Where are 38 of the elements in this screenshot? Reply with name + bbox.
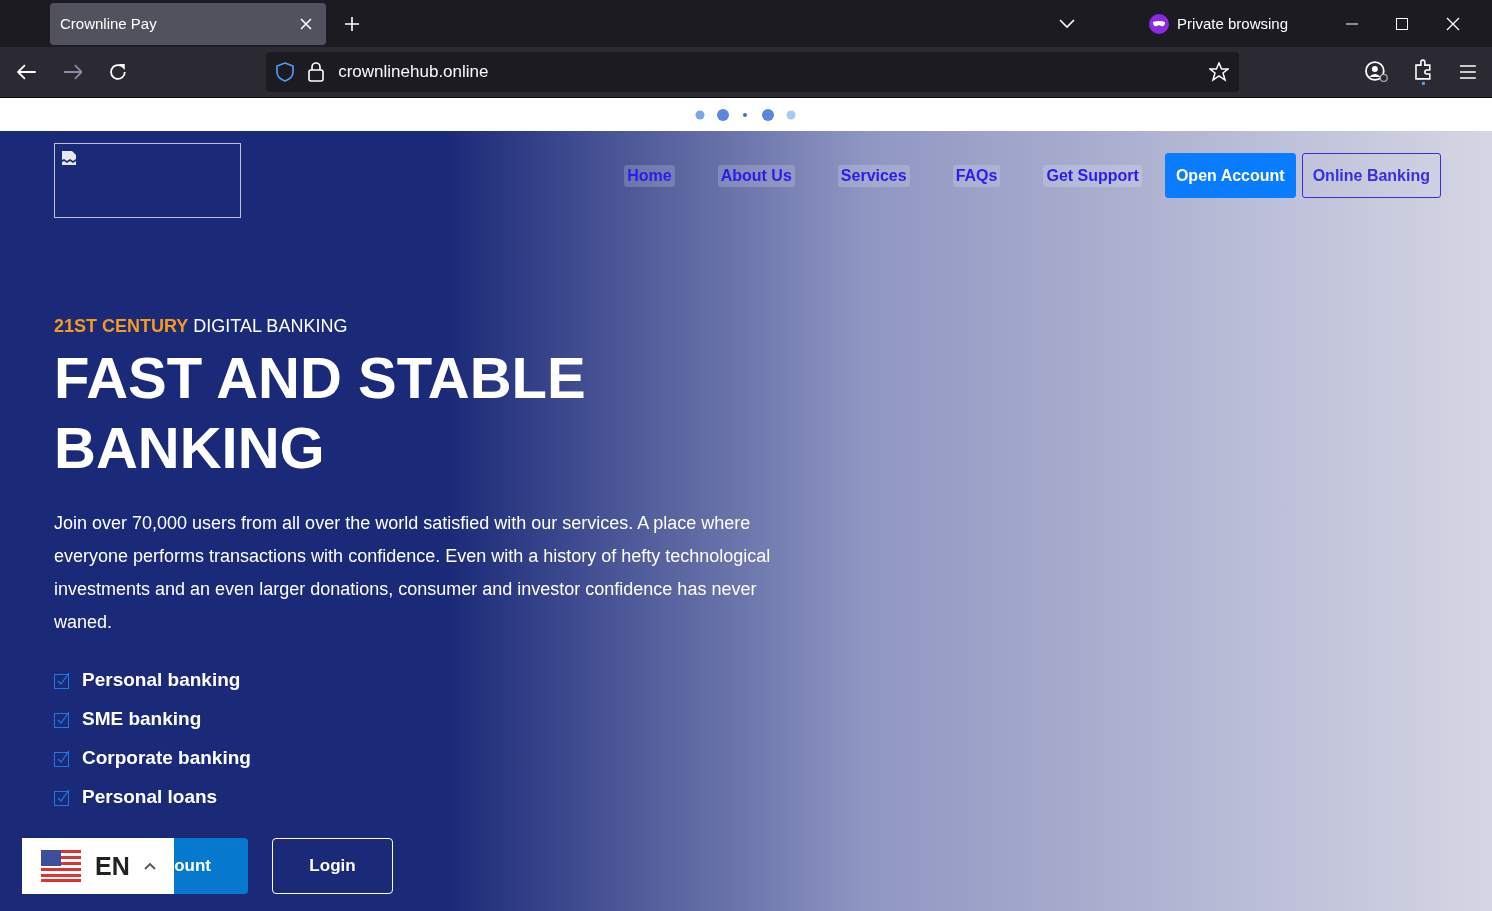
close-icon[interactable] [300, 17, 312, 30]
login-button[interactable]: Login [272, 838, 393, 894]
menu-icon[interactable] [1460, 65, 1476, 79]
caret-icon [143, 862, 156, 870]
hero-eyebrow: 21ST CENTURY DIGITAL BANKING [54, 316, 349, 337]
open-account-button[interactable]: Open Account [1164, 153, 1296, 198]
browser-tab[interactable]: Crownline Pay [50, 2, 326, 45]
back-icon[interactable] [17, 64, 37, 80]
nav-link[interactable]: About Us [717, 164, 795, 187]
chevron-down-icon[interactable] [1059, 18, 1076, 29]
account-icon[interactable] [1364, 61, 1389, 83]
private-browsing-label: Private browsing [1177, 15, 1288, 32]
hero-description: Join over 70,000 users from all over the world satisfied with our services. A place where everyone performs transactions with confidence. Even with a history of hefty technological investments and an even larger donations, consumer and investor confidence has never waned. [54, 512, 772, 634]
url-text: crownlinehub.online [338, 62, 489, 82]
lock-icon [308, 62, 325, 82]
feature-label: Personal banking [82, 669, 241, 691]
close-icon[interactable] [1446, 16, 1460, 31]
nav-link[interactable]: Services [837, 164, 910, 187]
address-bar[interactable]: crownlinehub.online [266, 52, 1239, 92]
flag-icon [41, 850, 81, 882]
forward-icon[interactable] [62, 64, 83, 80]
maximize-icon[interactable] [1396, 17, 1408, 30]
broken-logo-image[interactable] [54, 143, 241, 218]
hero-title: FAST AND STABLE BANKING [54, 344, 587, 482]
online-banking-button[interactable]: Online Banking [1301, 153, 1441, 198]
broken-image-icon [61, 150, 77, 166]
mask-icon [1149, 13, 1170, 34]
language-menu[interactable]: EN [22, 838, 174, 894]
reload-icon[interactable] [108, 62, 129, 82]
tab-title: Crownline Pay [60, 15, 157, 32]
star-icon[interactable] [1208, 62, 1229, 82]
feature-label: Corporate banking [82, 747, 251, 769]
plus-icon[interactable] [344, 15, 360, 32]
nav-link[interactable]: Get Support [1043, 164, 1142, 187]
feature-label: SME banking [82, 708, 202, 730]
shield-icon[interactable] [276, 62, 295, 82]
feature-label: Personal loans [82, 786, 218, 808]
nav-link[interactable]: FAQs [952, 164, 1001, 187]
